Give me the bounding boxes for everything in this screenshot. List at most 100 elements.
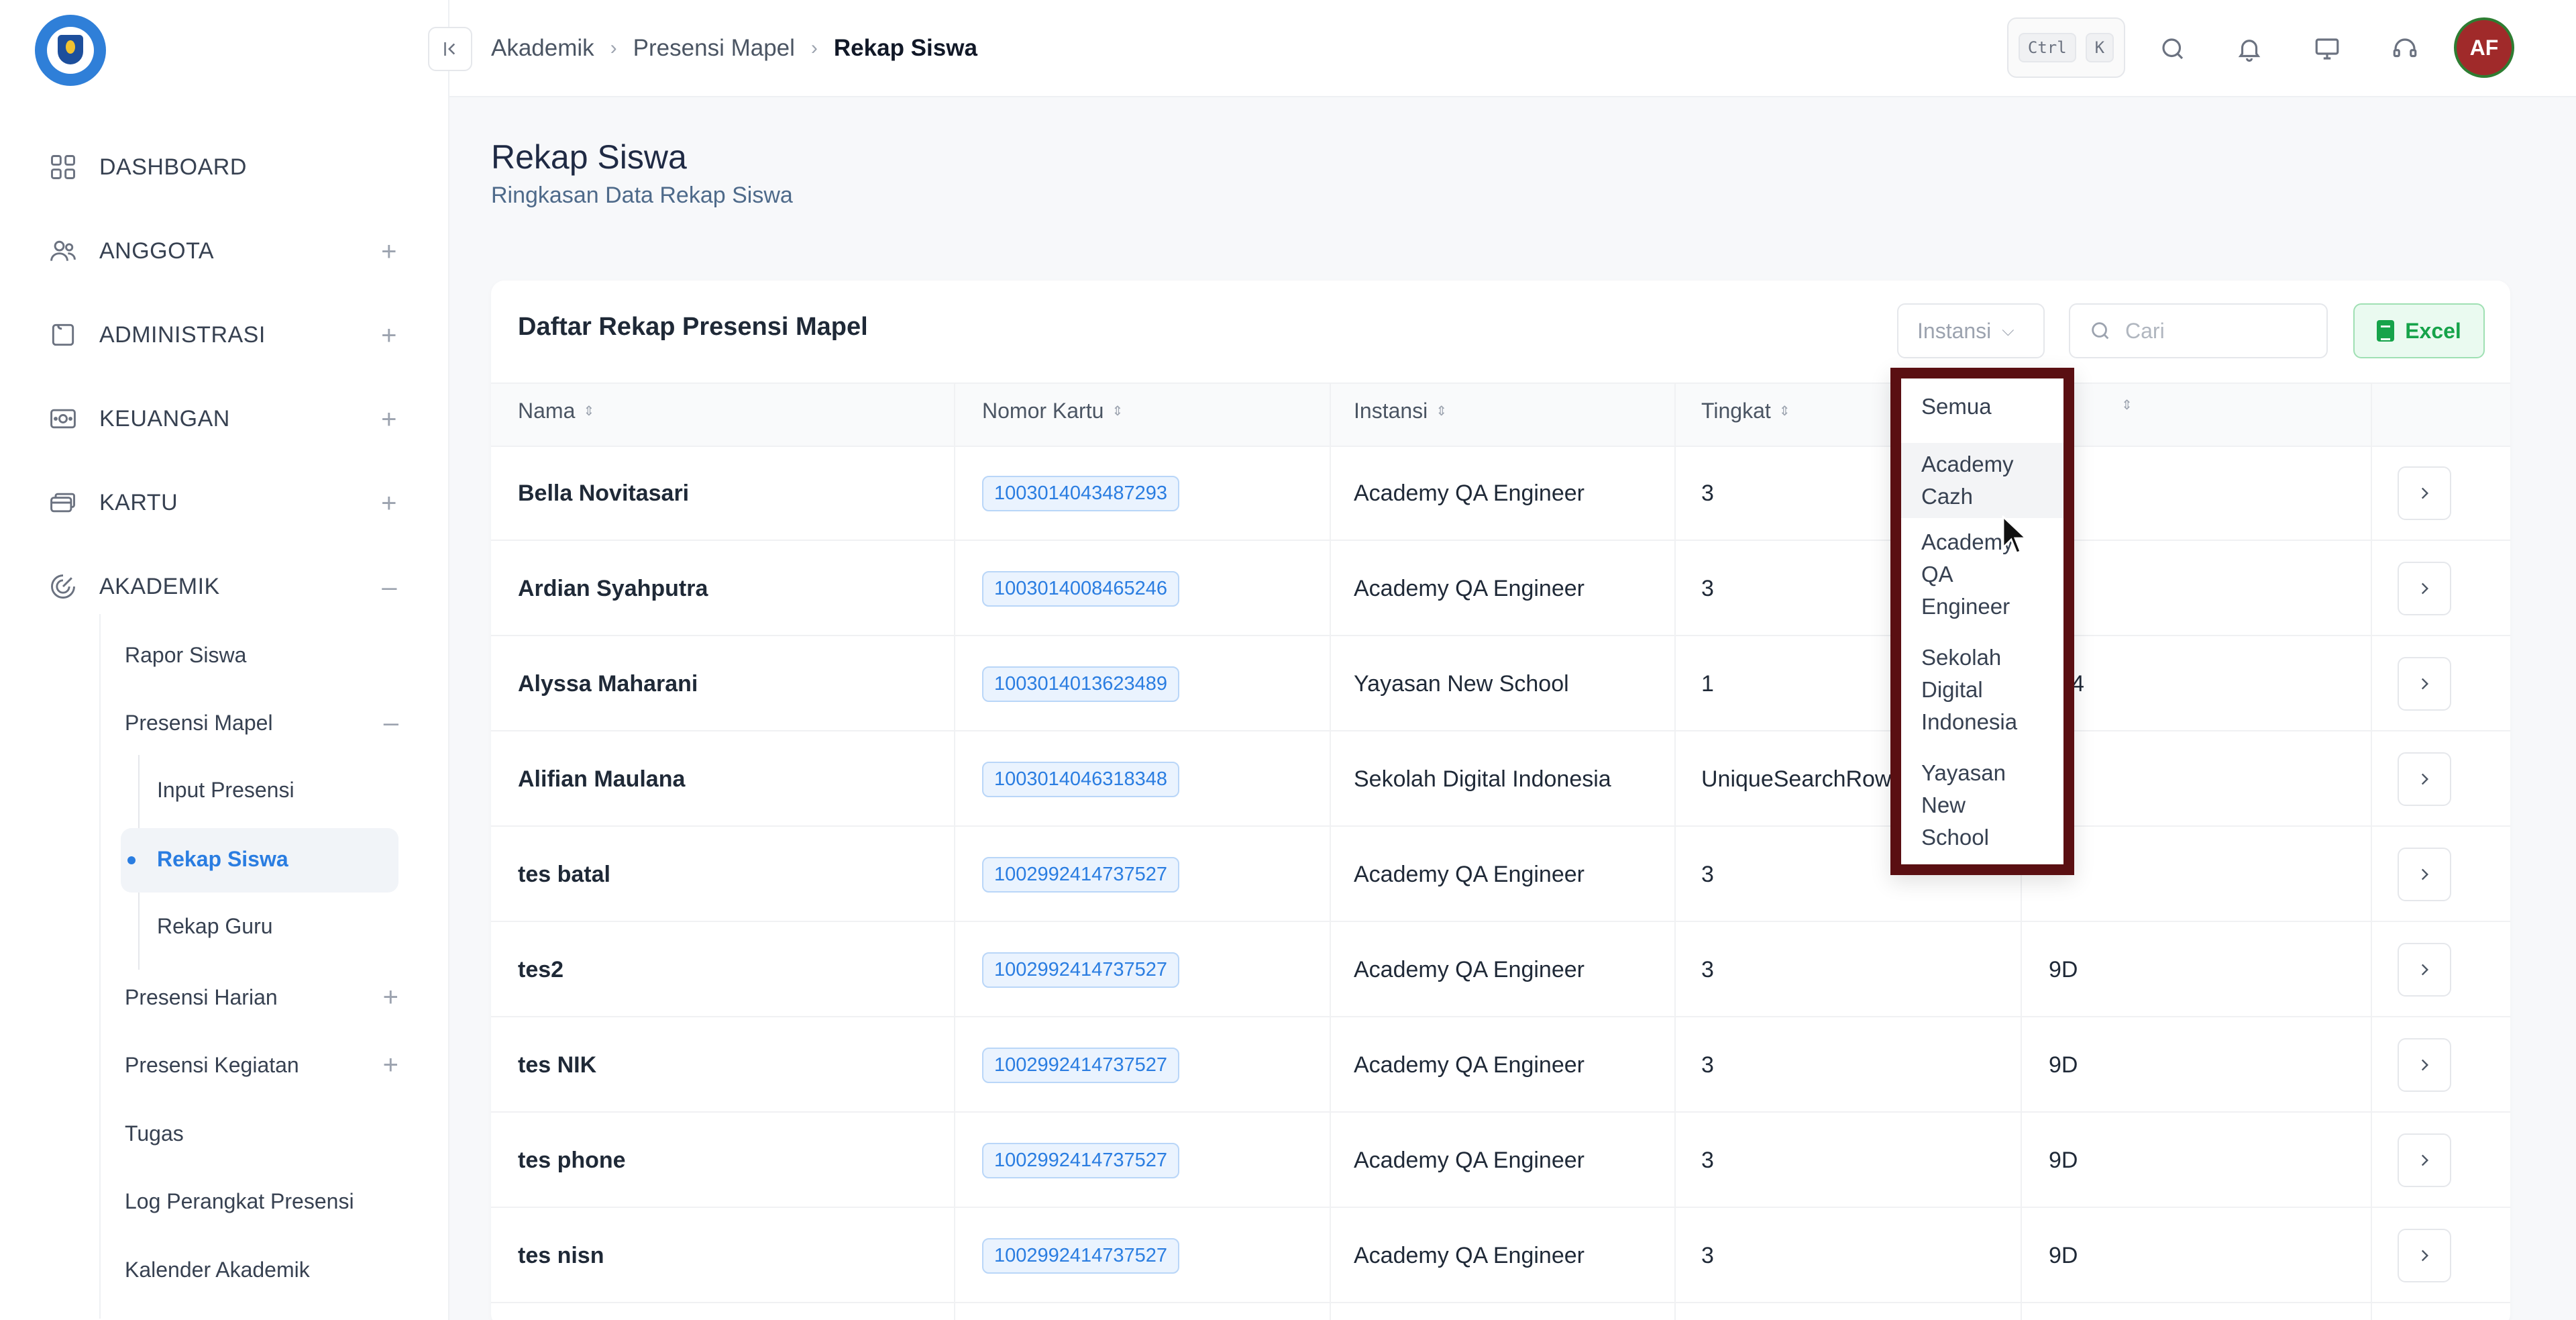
card-number-badge: 1002992414737527 [982,856,1180,893]
sidebar-item-label: ANGGOTA [99,238,214,264]
row-detail-button[interactable] [2398,1229,2451,1282]
cell-kelas: 9D [2049,1147,2078,1173]
instansi-filter-select[interactable]: Instansi ⌵ [1897,303,2045,358]
sidebar-item-log-perangkat[interactable]: Log Perangkat Presensi [125,1178,398,1225]
dropdown-option[interactable]: Sekolah Digital Indonesia [1901,642,2063,738]
row-detail-button[interactable] [2398,657,2451,711]
expand-icon[interactable]: + [383,1050,398,1080]
sidebar-item-tugas[interactable]: Tugas [125,1110,398,1157]
sort-icon: ⇕ [1436,403,1448,419]
cell-tingkat: 1 [1701,670,1714,697]
chevron-right-icon [2421,964,2429,976]
dropdown-option[interactable]: Yayasan New School [1901,757,2063,854]
expand-icon[interactable]: + [383,982,398,1013]
column-header-nomor-kartu[interactable]: Nomor Kartu ⇕ [982,399,1123,423]
search-input[interactable] [2125,318,2313,344]
logo[interactable] [35,15,106,86]
chevron-right-icon [2421,1154,2429,1166]
sidebar-item-rapor-siswa[interactable]: Rapor Siswa [125,631,398,678]
expand-icon[interactable]: + [381,321,397,351]
expand-icon[interactable]: + [381,489,397,519]
cell-nomor-kartu: 1003014043487293 [982,446,1180,541]
chevron-right-icon [2421,487,2429,499]
page-title: Rekap Siswa [491,138,687,176]
export-excel-button[interactable]: Excel [2353,303,2485,358]
dropdown-option-line: Sekolah [1921,645,2002,670]
breadcrumb-current: Rekap Siswa [833,35,977,61]
cell-tingkat: 3 [1701,1147,1714,1173]
sidebar-item-anggota[interactable]: ANGGOTA + [48,227,397,274]
row-detail-button[interactable] [2398,752,2451,806]
column-header-nama[interactable]: Nama ⇕ [518,399,594,423]
cell-nama: tes batal [518,861,610,887]
sidebar-item-label: Log Perangkat Presensi [125,1188,354,1213]
dropdown-option[interactable]: Academy Cazh [1901,443,2063,518]
bell-icon[interactable] [2226,26,2273,72]
monitor-icon[interactable] [2304,26,2351,72]
card-title: Daftar Rekap Presensi Mapel [518,313,868,341]
cell-nomor-kartu: 1003014046318348 [982,731,1180,827]
row-detail-button[interactable] [2398,943,2451,997]
support-icon[interactable] [2381,26,2428,72]
column-header-instansi[interactable]: Instansi ⇕ [1354,399,1447,423]
breadcrumb-akademik[interactable]: Akademik [491,35,594,62]
sidebar-item-kalender[interactable]: Kalender Akademik [125,1246,398,1293]
sidebar-item-label: Rekap Siswa [157,846,288,871]
sidebar-item-input-presensi[interactable]: Input Presensi [157,766,398,813]
cell-nama: Alifian Maulana [518,766,686,792]
cell-nomor-kartu: 1002992414737527 [982,1208,1180,1303]
sidebar-item-label: Kalender Akademik [125,1257,310,1282]
sidebar-item-label: AKADEMIK [99,573,220,599]
cell-nama: Bella Novitasari [518,480,690,506]
dropdown-option-line: Engineer [1921,594,2010,619]
cell-nama: tes nisn [518,1242,604,1268]
column-header-tingkat[interactable]: Tingkat ⇕ [1701,399,1790,423]
sidebar-item-rekap-siswa[interactable]: Rekap Siswa [157,835,398,882]
sidebar-item-kartu[interactable]: KARTU + [48,479,397,526]
sidebar-item-presensi-mapel[interactable]: Presensi Mapel – [125,699,398,746]
sidebar-item-dashboard[interactable]: DASHBOARD [48,144,397,191]
sidebar-item-presensi-harian[interactable]: Presensi Harian + [125,974,398,1021]
row-detail-button[interactable] [2398,562,2451,615]
row-detail-button[interactable] [2398,848,2451,901]
cell-nomor-kartu: 1003014013623489 [982,636,1180,731]
command-palette-button[interactable]: Ctrl K [2007,17,2125,78]
grid-icon [48,152,78,182]
kbd-k: K [2085,33,2114,62]
cell-nama: tes phone [518,1147,626,1173]
dropdown-option[interactable]: Academy QA Engineer [1901,526,2063,623]
dropdown-option-line: New [1921,793,1966,817]
sidebar-item-administrasi[interactable]: ADMINISTRASI + [48,311,397,358]
cell-tingkat: 3 [1701,861,1714,887]
sidebar-item-keuangan[interactable]: KEUANGAN + [48,395,397,442]
sidebar-item-akademik[interactable]: AKADEMIK – [48,563,397,610]
mouse-cursor-icon [2002,515,2029,554]
expand-icon[interactable]: + [381,237,397,267]
column-label: Nomor Kartu [982,399,1104,423]
active-dot-icon [127,856,136,864]
cards-icon [48,488,78,517]
card-number-badge: 1002992414737527 [982,952,1180,988]
card-number-badge: 1003014008465246 [982,570,1180,607]
sidebar-item-presensi-kegiatan[interactable]: Presensi Kegiatan + [125,1042,398,1088]
dropdown-option[interactable]: Semua [1901,391,2063,423]
row-detail-button[interactable] [2398,1038,2451,1092]
search-icon[interactable] [2149,26,2196,72]
sidebar: DASHBOARD ANGGOTA + ADMINISTRASI + KEUAN… [0,0,449,1320]
collapse-icon[interactable]: – [382,572,397,603]
collapse-sidebar-button[interactable] [428,27,472,71]
row-detail-button[interactable] [2398,1133,2451,1187]
academic-icon [48,572,78,601]
sidebar-item-label: Input Presensi [157,777,294,802]
cell-instansi: Academy QA Engineer [1354,575,1585,601]
column-header-kelas[interactable]: ⇕ [2113,399,2133,412]
collapse-icon[interactable]: – [384,708,398,738]
row-detail-button[interactable] [2398,466,2451,520]
sidebar-item-rekap-guru[interactable]: Rekap Guru [157,903,398,950]
cell-instansi: Academy QA Engineer [1354,861,1585,887]
cell-nama: Ardian Syahputra [518,575,708,601]
search-box[interactable] [2069,303,2328,358]
expand-icon[interactable]: + [381,405,397,435]
avatar[interactable]: AF [2454,17,2514,78]
breadcrumb-presensi-mapel[interactable]: Presensi Mapel [633,35,795,62]
